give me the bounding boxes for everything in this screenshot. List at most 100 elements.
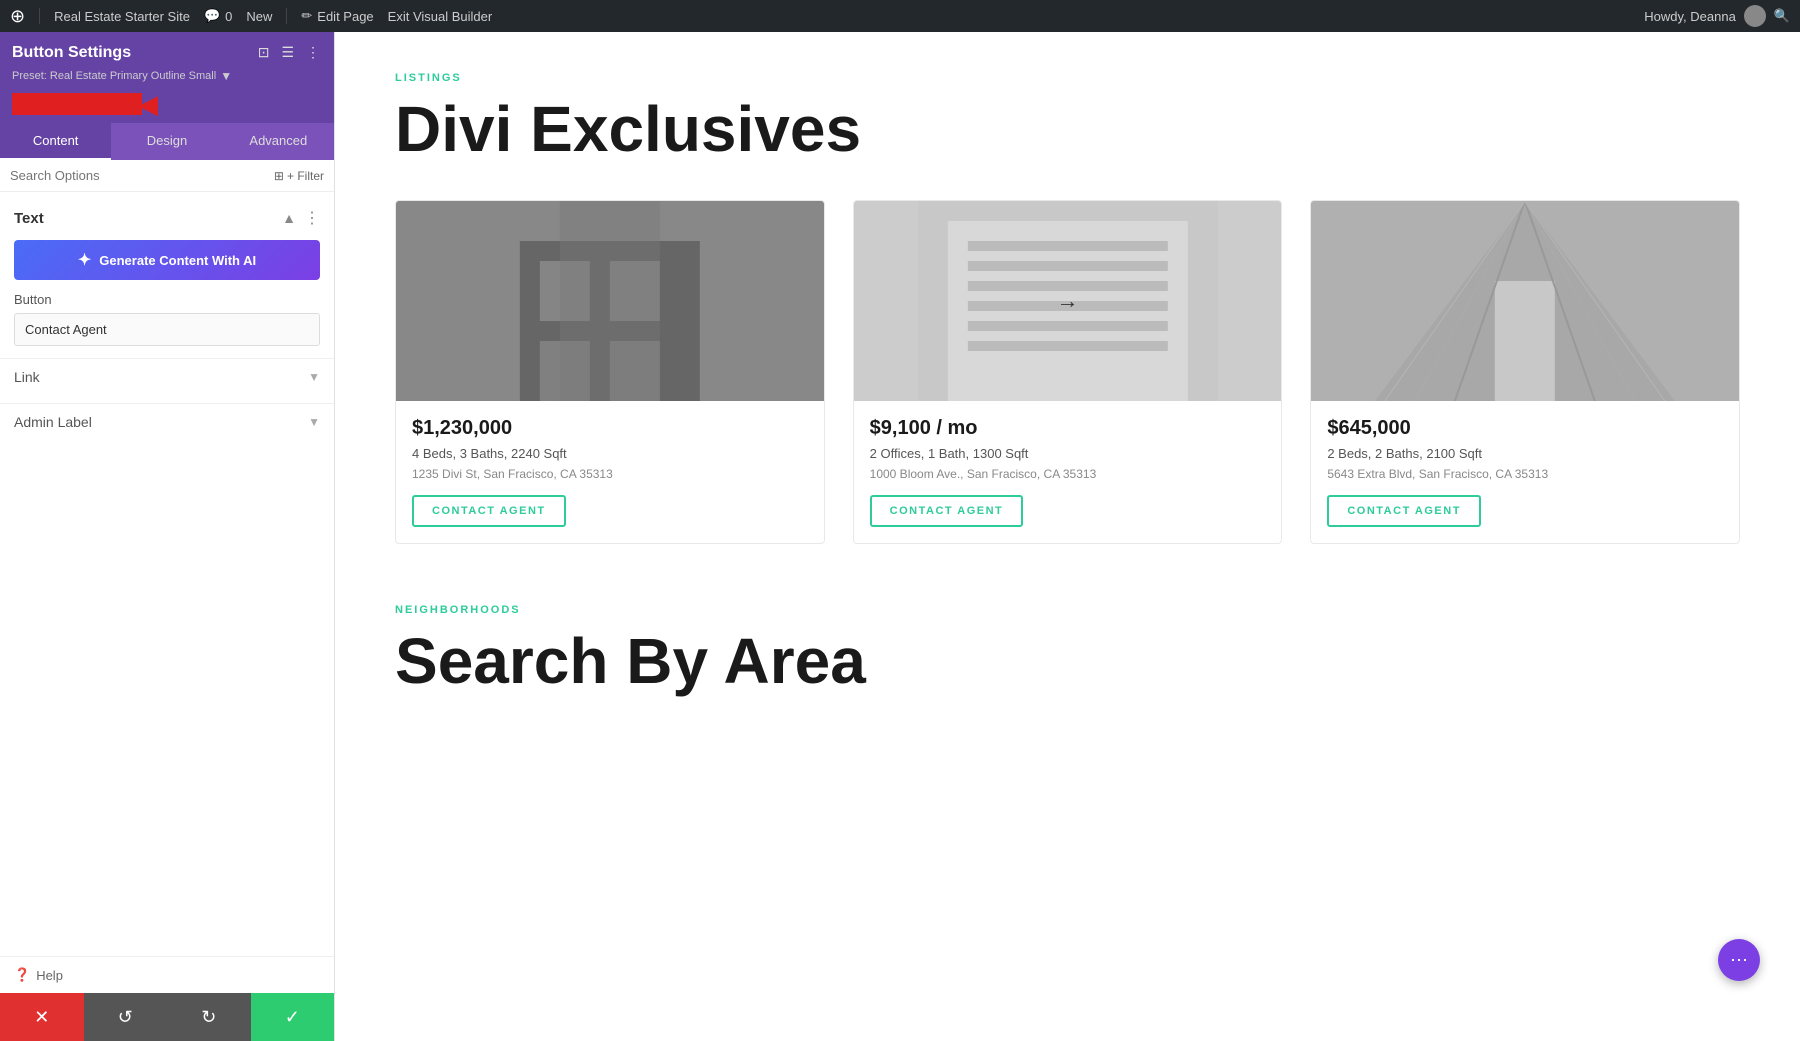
listing-image-1 xyxy=(396,201,824,401)
sidebar-icon-copy[interactable]: ⊡ xyxy=(256,42,272,63)
user-avatar[interactable] xyxy=(1744,5,1766,27)
listings-section: LISTINGS Divi Exclusives xyxy=(395,72,1740,544)
listing-card-3: $645,000 2 Beds, 2 Baths, 2100 Sqft 5643… xyxy=(1310,200,1740,544)
listing-details-3: 2 Beds, 2 Baths, 2100 Sqft xyxy=(1327,446,1723,461)
contact-agent-btn-1[interactable]: CONTACT AGENT xyxy=(412,495,566,527)
red-arrow-indicator: ◀ xyxy=(12,91,322,117)
listing-price-3: $645,000 xyxy=(1327,417,1723,440)
top-bar: ⊕ Real Estate Starter Site 💬 0 New ✏ Edi… xyxy=(0,0,1800,32)
sidebar: Button Settings ⊡ ☰ ⋮ Preset: Real Estat… xyxy=(0,32,335,1041)
help-icon: ❓ xyxy=(14,967,30,983)
top-bar-right: Howdy, Deanna 🔍 xyxy=(1644,5,1790,27)
listing-image-3 xyxy=(1311,201,1739,401)
listing-image-2: → xyxy=(854,201,1282,401)
sidebar-icon-layout[interactable]: ☰ xyxy=(279,42,296,63)
search-input[interactable] xyxy=(10,168,268,183)
link-chevron-icon: ▼ xyxy=(308,370,320,384)
listing-address-2: 1000 Bloom Ave., San Fracisco, CA 35313 xyxy=(870,467,1266,481)
tab-advanced[interactable]: Advanced xyxy=(223,123,334,160)
red-block xyxy=(12,93,142,115)
sidebar-bottom-bar: ✕ ↺ ↻ ✓ xyxy=(0,993,334,1041)
admin-label-label: Admin Label xyxy=(14,414,92,430)
admin-label-header[interactable]: Admin Label ▼ xyxy=(0,404,334,440)
pencil-icon: ✏ xyxy=(301,8,312,24)
sidebar-tabs: Content Design Advanced xyxy=(0,123,334,160)
button-field-input[interactable] xyxy=(14,313,320,346)
listing-details-2: 2 Offices, 1 Bath, 1300 Sqft xyxy=(870,446,1266,461)
listing-price-1: $1,230,000 xyxy=(412,417,808,440)
neighborhoods-tag: NEIGHBORHOODS xyxy=(395,604,1740,616)
undo-icon: ↺ xyxy=(118,1007,133,1028)
link-section-label: Link xyxy=(14,369,40,385)
listings-grid: $1,230,000 4 Beds, 3 Baths, 2240 Sqft 12… xyxy=(395,200,1740,544)
edit-page-link[interactable]: ✏ Edit Page xyxy=(301,8,373,24)
text-chevron-icon[interactable]: ▲ xyxy=(282,210,296,226)
preset-chevron-icon: ▼ xyxy=(220,69,232,83)
text-more-icon[interactable]: ⋮ xyxy=(304,208,320,228)
listing-card-1: $1,230,000 4 Beds, 3 Baths, 2240 Sqft 12… xyxy=(395,200,825,544)
ai-icon: ✦ xyxy=(78,250,91,270)
listings-tag: LISTINGS xyxy=(395,72,1740,84)
button-field-label: Button xyxy=(14,292,320,307)
new-link[interactable]: New xyxy=(246,9,272,24)
undo-button[interactable]: ↺ xyxy=(84,993,168,1041)
listings-heading: Divi Exclusives xyxy=(395,94,1740,164)
cancel-button[interactable]: ✕ xyxy=(0,993,84,1041)
neighborhoods-section: NEIGHBORHOODS Search By Area xyxy=(395,604,1740,696)
building-image-1 xyxy=(396,201,824,401)
tab-content[interactable]: Content xyxy=(0,123,111,160)
text-section-header[interactable]: Text ▲ ⋮ xyxy=(0,202,334,234)
comment-bubble-icon: 💬 xyxy=(204,8,220,24)
sidebar-search-row: ⊞ + Filter xyxy=(0,160,334,192)
top-bar-sep-2 xyxy=(286,8,287,24)
search-icon[interactable]: 🔍 xyxy=(1774,8,1790,24)
neighborhoods-heading: Search By Area xyxy=(395,626,1740,696)
help-row[interactable]: ❓ Help xyxy=(0,956,334,993)
sidebar-title: Button Settings xyxy=(12,44,131,62)
sidebar-icon-more[interactable]: ⋮ xyxy=(304,42,322,63)
site-name[interactable]: Real Estate Starter Site xyxy=(54,9,190,24)
comments-link[interactable]: 💬 0 xyxy=(204,8,232,24)
main-layout: Button Settings ⊡ ☰ ⋮ Preset: Real Estat… xyxy=(0,32,1800,1041)
exit-builder-link[interactable]: Exit Visual Builder xyxy=(388,9,493,24)
sidebar-header: Button Settings ⊡ ☰ ⋮ Preset: Real Estat… xyxy=(0,32,334,123)
arrow-overlay-icon: → xyxy=(1056,288,1078,314)
sidebar-title-row: Button Settings ⊡ ☰ ⋮ xyxy=(12,42,322,63)
floating-icon: ⋯ xyxy=(1730,950,1748,971)
listing-address-1: 1235 Divi St, San Fracisco, CA 35313 xyxy=(412,467,808,481)
redo-icon: ↻ xyxy=(201,1007,216,1028)
listing-info-2: $9,100 / mo 2 Offices, 1 Bath, 1300 Sqft… xyxy=(854,401,1282,543)
contact-agent-btn-2[interactable]: CONTACT AGENT xyxy=(870,495,1024,527)
admin-label-section: Admin Label ▼ xyxy=(0,403,334,440)
listing-details-1: 4 Beds, 3 Baths, 2240 Sqft xyxy=(412,446,808,461)
tab-design[interactable]: Design xyxy=(111,123,222,160)
listing-address-3: 5643 Extra Blvd, San Fracisco, CA 35313 xyxy=(1327,467,1723,481)
wp-logo-icon[interactable]: ⊕ xyxy=(10,6,25,27)
sidebar-content: Text ▲ ⋮ ✦ Generate Content With AI Butt… xyxy=(0,192,334,956)
filter-icon: ⊞ xyxy=(274,169,284,183)
text-section-actions: ▲ ⋮ xyxy=(282,208,320,228)
save-button[interactable]: ✓ xyxy=(251,993,335,1041)
top-bar-sep-1 xyxy=(39,8,40,24)
save-icon: ✓ xyxy=(285,1007,300,1028)
listing-price-2: $9,100 / mo xyxy=(870,417,1266,440)
red-arrow-icon: ◀ xyxy=(138,91,158,117)
building-image-3 xyxy=(1311,201,1739,401)
filter-button[interactable]: ⊞ + Filter xyxy=(274,169,324,183)
ai-generate-button[interactable]: ✦ Generate Content With AI xyxy=(14,240,320,280)
sidebar-title-icons: ⊡ ☰ ⋮ xyxy=(256,42,322,63)
listing-info-1: $1,230,000 4 Beds, 3 Baths, 2240 Sqft 12… xyxy=(396,401,824,543)
link-section-header[interactable]: Link ▼ xyxy=(0,359,334,395)
sidebar-preset-label[interactable]: Preset: Real Estate Primary Outline Smal… xyxy=(12,69,232,83)
redo-button[interactable]: ↻ xyxy=(167,993,251,1041)
listing-card-2: → $9,100 / mo 2 Offices, 1 Bath, 1300 Sq… xyxy=(853,200,1283,544)
contact-agent-btn-3[interactable]: CONTACT AGENT xyxy=(1327,495,1481,527)
admin-label-chevron-icon: ▼ xyxy=(308,415,320,429)
text-section-label: Text xyxy=(14,210,44,227)
howdy-label: Howdy, Deanna xyxy=(1644,9,1736,24)
link-section: Link ▼ xyxy=(0,358,334,395)
cancel-icon: ✕ xyxy=(34,1007,49,1028)
main-content: LISTINGS Divi Exclusives xyxy=(335,32,1800,1041)
button-field-section: Button xyxy=(0,286,334,350)
floating-action-button[interactable]: ⋯ xyxy=(1718,939,1760,981)
